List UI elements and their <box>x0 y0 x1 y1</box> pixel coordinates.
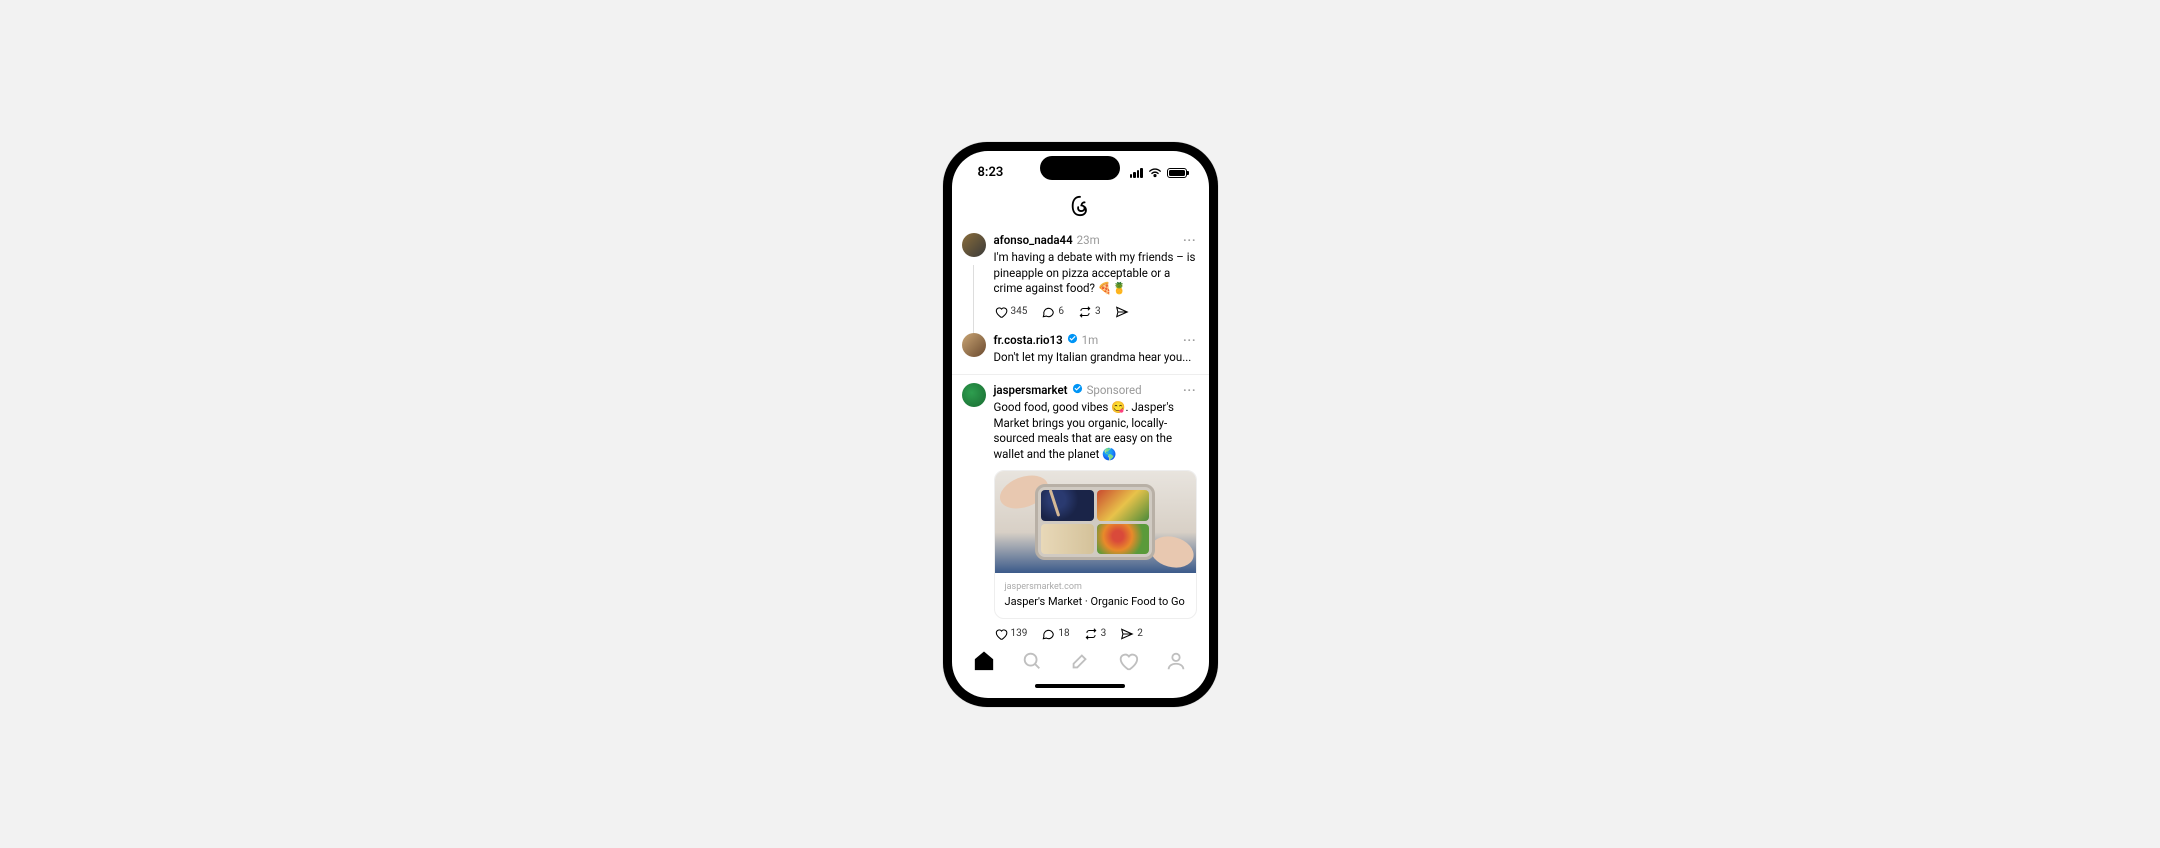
sponsored-label: Sponsored <box>1087 383 1142 399</box>
repost-button[interactable]: 3 <box>1078 305 1101 319</box>
timestamp: 23m <box>1077 233 1100 249</box>
threads-logo-icon <box>1069 195 1091 221</box>
thread-line <box>973 265 975 335</box>
avatar[interactable] <box>962 233 986 257</box>
share-button[interactable] <box>1115 305 1129 319</box>
home-indicator[interactable] <box>952 684 1209 698</box>
reply-post[interactable]: fr.costa.rio13 1m ··· Don't let my Itali… <box>952 327 1209 374</box>
feed[interactable]: afonso_nada44 23m ··· I'm having a debat… <box>952 225 1209 642</box>
link-card-domain: jaspersmarket.com <box>1005 581 1186 593</box>
like-count: 345 <box>1011 305 1028 319</box>
post-sponsored[interactable]: jaspersmarket Sponsored ··· Good food, g… <box>952 375 1209 642</box>
post-text: Good food, good vibes 😋. Jasper's Market… <box>994 400 1197 462</box>
app-header <box>952 195 1209 225</box>
post-actions: 345 6 3 <box>994 305 1197 319</box>
reply-button[interactable]: 18 <box>1041 627 1069 641</box>
like-button[interactable]: 345 <box>994 305 1028 319</box>
avatar[interactable] <box>962 383 986 407</box>
repost-count: 3 <box>1101 627 1107 641</box>
verified-badge-icon <box>1067 333 1078 349</box>
tab-bar <box>952 642 1209 684</box>
tab-home[interactable] <box>973 650 995 676</box>
repost-button[interactable]: 3 <box>1084 627 1107 641</box>
link-card-title: Jasper's Market · Organic Food to Go <box>1005 595 1186 610</box>
like-count: 139 <box>1011 627 1028 641</box>
tab-search[interactable] <box>1021 650 1043 676</box>
wifi-icon <box>1148 167 1162 178</box>
username[interactable]: fr.costa.rio13 <box>994 333 1063 349</box>
phone-frame: 8:23 <box>943 142 1218 707</box>
post-text: Don't let my Italian grandma hear you... <box>994 350 1197 366</box>
username[interactable]: jaspersmarket <box>994 383 1068 399</box>
post[interactable]: afonso_nada44 23m ··· I'm having a debat… <box>952 225 1209 327</box>
like-button[interactable]: 139 <box>994 627 1028 641</box>
timestamp: 1m <box>1082 333 1099 349</box>
tab-profile[interactable] <box>1165 650 1187 676</box>
tab-compose[interactable] <box>1069 650 1091 676</box>
share-count: 2 <box>1137 627 1143 641</box>
cellular-icon <box>1130 168 1143 178</box>
post-text: I'm having a debate with my friends – is… <box>994 250 1197 297</box>
screen: 8:23 <box>952 151 1209 698</box>
username[interactable]: afonso_nada44 <box>994 233 1073 249</box>
repost-count: 3 <box>1095 305 1101 319</box>
tab-activity[interactable] <box>1117 650 1139 676</box>
post-actions: 139 18 3 2 <box>994 627 1197 641</box>
link-card-image <box>995 471 1196 573</box>
reply-count: 18 <box>1058 627 1069 641</box>
dynamic-island <box>1040 156 1120 180</box>
verified-badge-icon <box>1072 383 1083 399</box>
reply-button[interactable]: 6 <box>1041 305 1064 319</box>
reply-count: 6 <box>1058 305 1064 319</box>
status-indicators <box>1130 167 1187 178</box>
share-button[interactable]: 2 <box>1120 627 1143 641</box>
link-card[interactable]: jaspersmarket.com Jasper's Market · Orga… <box>994 470 1197 619</box>
battery-icon <box>1167 168 1187 178</box>
status-time: 8:23 <box>978 165 1004 180</box>
avatar[interactable] <box>962 333 986 357</box>
